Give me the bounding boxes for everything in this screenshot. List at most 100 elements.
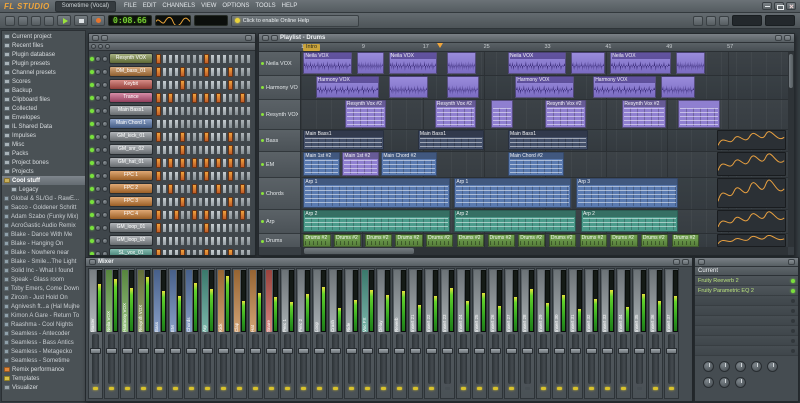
fx-panel-titlebar[interactable] — [695, 258, 798, 267]
menu-file[interactable]: FILE — [121, 3, 140, 9]
step-cell[interactable] — [192, 145, 197, 155]
step-cell[interactable] — [228, 249, 233, 257]
channel-button[interactable]: FPC 2 — [109, 183, 153, 194]
browser-folder-scores[interactable]: Scores — [2, 77, 85, 86]
channel-pan-knob[interactable] — [95, 251, 101, 257]
step-cell[interactable] — [216, 80, 221, 90]
automation-clip[interactable] — [717, 130, 785, 150]
mixer-strip-name[interactable]: Insert 34 — [618, 270, 624, 332]
drum-pattern-clip[interactable]: Drums #2 — [457, 234, 484, 247]
piano-roll-toggle-icon[interactable] — [706, 16, 716, 26]
play-button[interactable] — [57, 15, 71, 26]
step-cell[interactable] — [156, 93, 161, 103]
step-cell[interactable] — [216, 145, 221, 155]
mixer-window[interactable]: Mixer MasterNeila VOXHarmony VOXResynth … — [85, 257, 693, 402]
browser-file-speak-glass-room[interactable]: Speak - Glass room — [2, 275, 85, 284]
step-cell[interactable] — [240, 223, 245, 233]
volume-fader[interactable] — [380, 334, 387, 384]
volume-fader[interactable] — [540, 334, 547, 384]
volume-fader[interactable] — [444, 334, 451, 384]
mixer-strip-name[interactable]: Hat — [250, 270, 256, 332]
browser-folder-remix-performance[interactable]: Remix performance — [2, 365, 85, 374]
step-cell[interactable] — [174, 184, 179, 194]
browser-folder-cool-stuff[interactable]: Cool stuff — [2, 176, 85, 185]
step-cell[interactable] — [174, 223, 179, 233]
step-cell[interactable] — [246, 210, 251, 220]
audio-clip[interactable] — [357, 52, 384, 74]
step-cell[interactable] — [210, 249, 215, 257]
step-cell[interactable] — [228, 184, 233, 194]
step-cell[interactable] — [222, 106, 227, 116]
mixer-strip-name[interactable]: Insert 25 — [474, 270, 480, 332]
mixer-strip-kick[interactable]: Kick — [216, 268, 231, 399]
mixer-strip-em[interactable]: EM — [168, 268, 183, 399]
playlist-track-header[interactable]: Resynth VOX — [259, 100, 300, 130]
step-cell[interactable] — [222, 119, 227, 129]
mixer-strip-insert-24[interactable]: Insert 24 — [456, 268, 471, 399]
step-cell[interactable] — [186, 93, 191, 103]
mixer-strip-ride[interactable]: Ride — [344, 268, 359, 399]
step-cell[interactable] — [162, 184, 167, 194]
step-cell[interactable] — [180, 132, 185, 142]
step-cell[interactable] — [222, 80, 227, 90]
channel-button[interactable]: Main Bass1 — [109, 105, 153, 116]
mixer-strip-insert-22[interactable]: Insert 22 — [424, 268, 439, 399]
pattern-clip[interactable]: Resynth Vox #2 — [622, 100, 666, 128]
step-cell[interactable] — [192, 119, 197, 129]
step-cell[interactable] — [228, 145, 233, 155]
volume-fader[interactable] — [620, 334, 627, 384]
strip-record-led[interactable] — [205, 387, 210, 390]
fx-knob[interactable] — [719, 377, 730, 388]
record-countdown-icon[interactable] — [44, 16, 54, 26]
step-cell[interactable] — [192, 54, 197, 64]
volume-fader[interactable] — [428, 334, 435, 384]
pattern-clip[interactable]: Main Chord #2 — [381, 152, 437, 176]
fx-enable-led[interactable] — [791, 279, 795, 283]
step-cell[interactable] — [198, 210, 203, 220]
fx-enable-led[interactable] — [791, 309, 795, 313]
step-cell[interactable] — [168, 158, 173, 168]
step-cell[interactable] — [174, 236, 179, 246]
step-cell[interactable] — [234, 210, 239, 220]
step-cell[interactable] — [162, 236, 167, 246]
browser-folder-misc[interactable]: Misc — [2, 140, 85, 149]
step-cell[interactable] — [228, 67, 233, 77]
channel-volume-knob[interactable] — [102, 199, 108, 205]
step-cell[interactable] — [240, 197, 245, 207]
fx-knob[interactable] — [703, 377, 714, 388]
step-cell[interactable] — [156, 249, 161, 257]
volume-fader[interactable] — [172, 334, 179, 384]
mixer-strip-perc-2[interactable]: Perc 2 — [296, 268, 311, 399]
browser-file-zircon-just-hold-on[interactable]: Zircon - Just Hold On — [2, 293, 85, 302]
maximize-icon[interactable] — [774, 2, 784, 10]
step-cell[interactable] — [216, 223, 221, 233]
step-cell[interactable] — [174, 171, 179, 181]
mixer-strip-name[interactable]: Insert 24 — [458, 270, 464, 332]
step-cell[interactable] — [174, 93, 179, 103]
step-cell[interactable] — [192, 132, 197, 142]
metronome-icon[interactable] — [18, 16, 28, 26]
strip-record-led[interactable] — [557, 387, 562, 390]
mixer-strip-name[interactable]: Reverb — [394, 270, 400, 332]
step-cell[interactable] — [186, 184, 191, 194]
volume-fader[interactable] — [636, 334, 643, 384]
mixer-strip-name[interactable]: Insert 23 — [442, 270, 448, 332]
mixer-titlebar[interactable]: Mixer — [86, 258, 692, 267]
step-cell[interactable] — [228, 54, 233, 64]
step-cell[interactable] — [246, 197, 251, 207]
browser-file-agnivesh-ft-a-hal-mujhe[interactable]: Agnivesh ft...a (Hal Mujhe — [2, 302, 85, 311]
step-cell[interactable] — [198, 119, 203, 129]
step-cell[interactable] — [180, 145, 185, 155]
fx-knob[interactable] — [767, 361, 778, 372]
channel-pan-knob[interactable] — [95, 147, 101, 153]
step-cell[interactable] — [228, 80, 233, 90]
step-cell[interactable] — [192, 210, 197, 220]
browser-folder-channel-presets[interactable]: Channel presets — [2, 68, 85, 77]
step-cell[interactable] — [204, 171, 209, 181]
mixer-strip-insert-36[interactable]: Insert 36 — [648, 268, 663, 399]
step-cell[interactable] — [240, 80, 245, 90]
audio-clip[interactable] — [571, 52, 605, 74]
step-cell[interactable] — [198, 158, 203, 168]
browser-file-adam-szabo-funky-mix[interactable]: Adam Szabo (Funky Mix) — [2, 212, 85, 221]
playlist-close-icon[interactable] — [784, 35, 791, 41]
